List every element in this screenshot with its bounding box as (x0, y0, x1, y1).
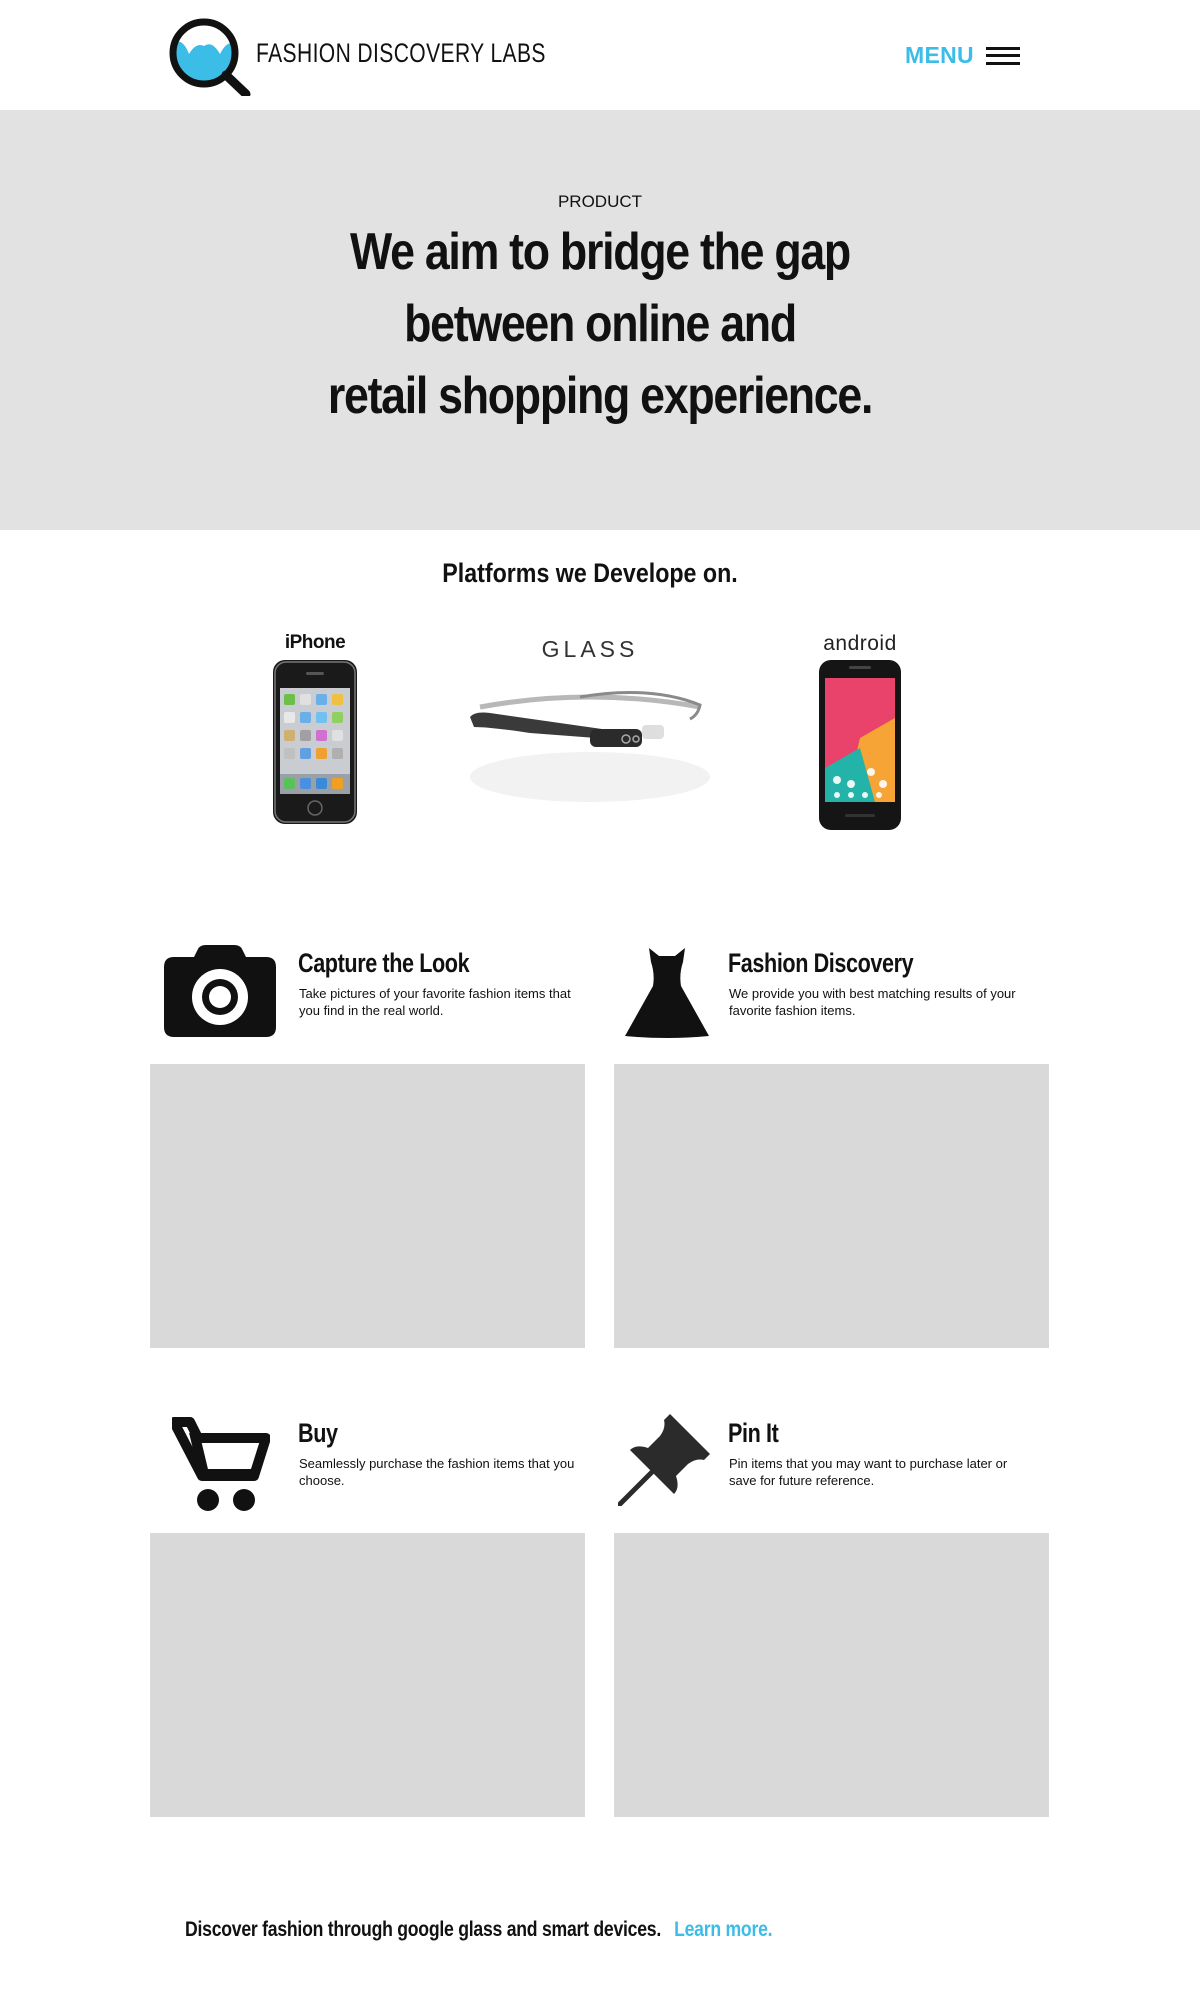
feature-title: Buy (298, 1418, 338, 1448)
platform-label: android (823, 632, 897, 655)
feature-image-placeholder (150, 1064, 585, 1348)
platform-iphone: iPhone (250, 632, 380, 833)
feature-title: Capture the Look (298, 948, 470, 978)
footer-text: Discover fashion through google glass an… (185, 1918, 662, 1941)
hamburger-icon[interactable] (985, 46, 1020, 65)
hero-title-line: retail shopping experience. (327, 367, 874, 425)
menu-button[interactable]: MENU (905, 42, 1020, 69)
hero-title-line: between online and (404, 295, 797, 353)
pushpin-icon (618, 1414, 710, 1506)
cart-icon (172, 1417, 270, 1511)
platform-label: iPhone (284, 632, 346, 653)
hero-title-line: We aim to bridge the gap (350, 223, 851, 281)
brand-name[interactable]: FASHION DISCOVERY LABS (256, 38, 546, 69)
hero-section: PRODUCT We aim to bridge the gap between… (0, 110, 1200, 530)
dress-icon (625, 948, 709, 1038)
android-phone-icon (819, 660, 901, 830)
iphone-device-icon (273, 660, 357, 824)
platform-label: GLASS (541, 636, 639, 662)
feature-title: Pin It (728, 1418, 779, 1448)
feature-image-placeholder (150, 1533, 585, 1817)
google-glass-icon (470, 691, 710, 802)
platforms-heading: Platforms we Develope on. (442, 558, 738, 588)
feature-description: Take pictures of your favorite fashion i… (299, 986, 571, 1018)
platform-glass: GLASS (440, 636, 740, 822)
feature-image-placeholder (614, 1064, 1049, 1348)
feature-description: Pin items that you may want to purchase … (729, 1456, 1008, 1488)
feature-title: Fashion Discovery (728, 948, 914, 978)
feature-description: Seamlessly purchase the fashion items th… (299, 1456, 575, 1488)
menu-label[interactable]: MENU (905, 42, 974, 69)
platform-android: android (800, 632, 920, 839)
learn-more-link[interactable]: Learn more. (674, 1918, 772, 1941)
magnifier-logo-icon[interactable] (164, 16, 254, 96)
feature-image-placeholder (614, 1533, 1049, 1817)
footer-cta: Discover fashion through google glass an… (185, 1918, 773, 1942)
feature-description: We provide you with best matching result… (729, 986, 1016, 1018)
hero-eyebrow: PRODUCT (557, 192, 643, 211)
hero-title: We aim to bridge the gap between online … (84, 216, 1116, 432)
site-header: FASHION DISCOVERY LABS MENU (0, 0, 1200, 110)
camera-icon (164, 945, 276, 1037)
